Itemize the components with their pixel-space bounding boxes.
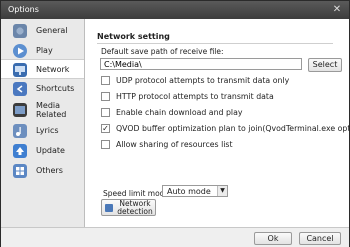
sidebar-item-label: Others bbox=[36, 166, 63, 175]
network-detection-icon bbox=[105, 204, 113, 212]
ok-button[interactable]: Ok bbox=[254, 232, 292, 245]
sidebar-item-label: Shortcuts bbox=[36, 84, 75, 93]
option-label: QVOD buffer optimization plan to join(Qv… bbox=[116, 124, 350, 133]
section-divider bbox=[97, 43, 333, 44]
sidebar-item-network[interactable]: Network bbox=[1, 59, 84, 79]
select-button[interactable]: Select bbox=[308, 58, 342, 72]
sidebar-item-play[interactable]: Play bbox=[1, 41, 84, 61]
chevron-down-icon[interactable]: ▼ bbox=[217, 186, 227, 196]
network-settings-panel: Network setting Default save path of rec… bbox=[85, 19, 350, 227]
sidebar-item-others[interactable]: Others bbox=[1, 161, 84, 181]
speed-limit-value: Auto mode bbox=[167, 187, 211, 196]
option-label: Allow sharing of resources list bbox=[116, 140, 233, 149]
others-icon bbox=[13, 164, 27, 178]
update-icon bbox=[13, 144, 27, 158]
sidebar-item-label: Lyrics bbox=[36, 126, 59, 135]
network-detection-button[interactable]: Network detection bbox=[101, 199, 156, 216]
title-bar: Options ✕ bbox=[1, 1, 349, 19]
sidebar-item-label: General bbox=[36, 26, 68, 35]
sidebar-item-media-related[interactable]: Media Related bbox=[1, 99, 84, 121]
sidebar-item-label: Update bbox=[36, 146, 65, 155]
sidebar: General Play Network Shortcuts Media Rela… bbox=[1, 19, 85, 227]
save-path-label: Default save path of receive file: bbox=[101, 47, 224, 56]
cancel-button[interactable]: Cancel bbox=[299, 232, 341, 245]
chain-download-checkbox[interactable] bbox=[101, 108, 110, 117]
play-icon bbox=[13, 44, 27, 58]
sidebar-item-shortcuts[interactable]: Shortcuts bbox=[1, 79, 84, 99]
share-resources-checkbox[interactable] bbox=[101, 140, 110, 149]
sidebar-item-general[interactable]: General bbox=[1, 21, 84, 41]
sidebar-item-label: Network bbox=[36, 65, 70, 74]
option-label: UDP protocol attempts to transmit data o… bbox=[116, 76, 290, 85]
sidebar-item-label: Play bbox=[36, 46, 53, 55]
sidebar-item-label: Media Related bbox=[36, 101, 67, 119]
sidebar-item-lyrics[interactable]: Lyrics bbox=[1, 121, 84, 141]
buffer-optimization-checkbox[interactable]: ✓ bbox=[101, 124, 110, 133]
media-icon bbox=[13, 103, 27, 117]
window-title: Options bbox=[8, 5, 39, 14]
section-title: Network setting bbox=[97, 32, 170, 41]
option-label: HTTP protocol attempts to transmit data bbox=[116, 92, 274, 101]
speed-limit-select[interactable]: Auto mode ▼ bbox=[162, 185, 228, 197]
shortcut-icon bbox=[13, 82, 27, 96]
close-icon[interactable]: ✕ bbox=[331, 4, 343, 16]
option-label: Enable chain download and play bbox=[116, 108, 243, 117]
lyrics-icon bbox=[13, 124, 27, 138]
save-path-input[interactable] bbox=[100, 58, 302, 70]
options-window: Options ✕ General Play Network Shortcuts bbox=[0, 0, 350, 247]
dialog-footer: Ok Cancel bbox=[1, 227, 349, 247]
udp-only-checkbox[interactable] bbox=[101, 76, 110, 85]
network-icon bbox=[13, 63, 27, 77]
sidebar-item-update[interactable]: Update bbox=[1, 141, 84, 161]
gear-icon bbox=[13, 24, 27, 38]
network-detection-label: Network detection bbox=[117, 199, 153, 216]
http-checkbox[interactable] bbox=[101, 92, 110, 101]
